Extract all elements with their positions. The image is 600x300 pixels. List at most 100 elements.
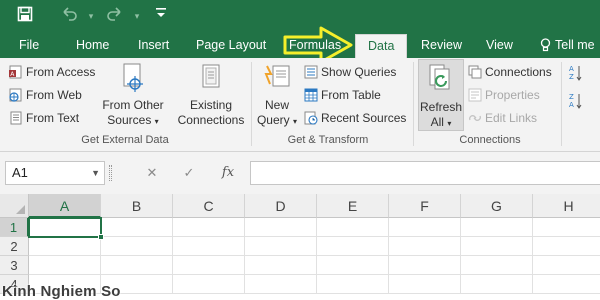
properties-button[interactable]: Properties: [468, 85, 540, 105]
refresh-icon: [429, 64, 450, 90]
svg-text:Z: Z: [569, 73, 574, 81]
grid-cell[interactable]: [461, 256, 533, 275]
grid-cell[interactable]: [29, 237, 101, 256]
redo-dropdown-icon[interactable]: ▾: [126, 6, 148, 26]
lightbulb-icon: [540, 37, 551, 51]
grid-cell[interactable]: [173, 275, 245, 294]
tab-data[interactable]: Data: [355, 34, 408, 58]
grid-cell[interactable]: [245, 256, 317, 275]
insert-function-icon[interactable]: fx: [215, 161, 241, 185]
grid-cell[interactable]: [317, 256, 389, 275]
grid-cell[interactable]: [245, 218, 317, 237]
customize-toolbar-icon[interactable]: [150, 6, 172, 26]
grid-cell[interactable]: [245, 275, 317, 294]
redo-icon[interactable]: [104, 6, 126, 28]
show-queries-button[interactable]: Show Queries: [304, 62, 396, 82]
save-icon[interactable]: [14, 6, 36, 28]
chevron-down-icon: ▾: [154, 117, 159, 126]
chevron-down-icon: ▾: [293, 117, 298, 126]
refresh-line1: Refresh: [419, 100, 463, 114]
undo-dropdown-icon[interactable]: ▾: [80, 6, 102, 26]
column-header-b[interactable]: B: [101, 194, 173, 218]
properties-label: Properties: [485, 88, 540, 102]
grid-cell[interactable]: [317, 237, 389, 256]
ribbon-divider: [251, 62, 252, 146]
grid-cell[interactable]: [461, 218, 533, 237]
grid-cell[interactable]: [173, 237, 245, 256]
select-all-button[interactable]: [0, 194, 29, 218]
tab-page-layout[interactable]: Page Layout: [196, 32, 266, 58]
new-query-button[interactable]: New Query ▾: [255, 62, 299, 129]
refresh-all-button[interactable]: Refresh All ▾: [418, 59, 464, 131]
grid-cell[interactable]: [317, 218, 389, 237]
grid-cell[interactable]: [101, 218, 173, 237]
column-header-f[interactable]: F: [389, 194, 461, 218]
edit-links-icon: [468, 111, 482, 125]
formula-input[interactable]: [250, 161, 600, 185]
tell-me-box[interactable]: Tell me: [540, 32, 595, 58]
tab-home[interactable]: Home: [76, 32, 109, 58]
cancel-icon[interactable]: ✕: [139, 161, 165, 185]
formula-buttons: ✕ ✓ fx: [109, 161, 247, 185]
grid-cell[interactable]: [317, 275, 389, 294]
existing-connections-button[interactable]: Existing Connections: [174, 62, 248, 128]
grid-cell[interactable]: [173, 218, 245, 237]
column-header-c[interactable]: C: [173, 194, 245, 218]
grid-cell[interactable]: [101, 256, 173, 275]
chevron-down-icon: ▾: [447, 119, 452, 128]
table-icon: [304, 88, 318, 102]
fill-handle[interactable]: [98, 234, 104, 240]
grid-cell[interactable]: [389, 256, 461, 275]
tab-insert[interactable]: Insert: [138, 32, 169, 58]
grid-cell[interactable]: [101, 237, 173, 256]
grid-cell[interactable]: [533, 237, 600, 256]
edit-links-label: Edit Links: [485, 111, 538, 125]
from-text-button[interactable]: From Text: [9, 108, 79, 128]
recent-sources-button[interactable]: Recent Sources: [304, 108, 406, 128]
grid-cell[interactable]: [389, 218, 461, 237]
from-other-sources-button[interactable]: From Other Sources ▾: [99, 62, 167, 129]
grid-cell[interactable]: [389, 275, 461, 294]
drag-handle-icon[interactable]: [109, 165, 112, 181]
column-header-g[interactable]: G: [461, 194, 533, 218]
grid-cell[interactable]: [173, 256, 245, 275]
tab-file[interactable]: File: [19, 32, 39, 58]
undo-icon[interactable]: [58, 6, 80, 28]
grid-cell[interactable]: [533, 256, 600, 275]
grid-cell[interactable]: [461, 275, 533, 294]
existing-line1: Existing: [189, 98, 233, 112]
column-header-a[interactable]: A: [29, 194, 101, 218]
grid-cell[interactable]: [389, 237, 461, 256]
active-cell-a1[interactable]: [28, 217, 104, 240]
connections-label: Connections: [485, 65, 552, 79]
grid-cell[interactable]: [461, 237, 533, 256]
sort-az-icon[interactable]: AZ: [569, 64, 585, 84]
from-web-button[interactable]: From Web: [9, 85, 82, 105]
enter-check-icon[interactable]: ✓: [176, 161, 202, 185]
ribbon-divider: [413, 62, 414, 146]
grid-cell[interactable]: [533, 218, 600, 237]
grid-cell[interactable]: [533, 275, 600, 294]
column-header-d[interactable]: D: [245, 194, 317, 218]
from-text-label: From Text: [26, 111, 80, 125]
tab-view[interactable]: View: [486, 32, 513, 58]
edit-links-button[interactable]: Edit Links: [468, 108, 537, 128]
new-query-line2: Query: [256, 113, 290, 127]
row-header-1[interactable]: 1: [0, 218, 29, 237]
grid-cell[interactable]: [29, 256, 101, 275]
select-all-triangle-icon: [16, 205, 25, 214]
row-header-3[interactable]: 3: [0, 256, 29, 275]
tab-review[interactable]: Review: [421, 32, 462, 58]
sort-za-icon[interactable]: ZA: [569, 92, 585, 112]
grid-cell[interactable]: [245, 237, 317, 256]
from-table-label: From Table: [321, 88, 381, 102]
chevron-down-icon[interactable]: ▼: [91, 162, 100, 184]
from-other-line2: Sources: [107, 113, 152, 127]
connections-button[interactable]: Connections: [468, 62, 552, 82]
row-header-2[interactable]: 2: [0, 237, 29, 256]
from-table-button[interactable]: From Table: [304, 85, 381, 105]
name-box[interactable]: A1 ▼: [5, 161, 105, 185]
column-header-h[interactable]: H: [533, 194, 600, 218]
from-access-button[interactable]: A From Access: [9, 62, 95, 82]
column-header-e[interactable]: E: [317, 194, 389, 218]
